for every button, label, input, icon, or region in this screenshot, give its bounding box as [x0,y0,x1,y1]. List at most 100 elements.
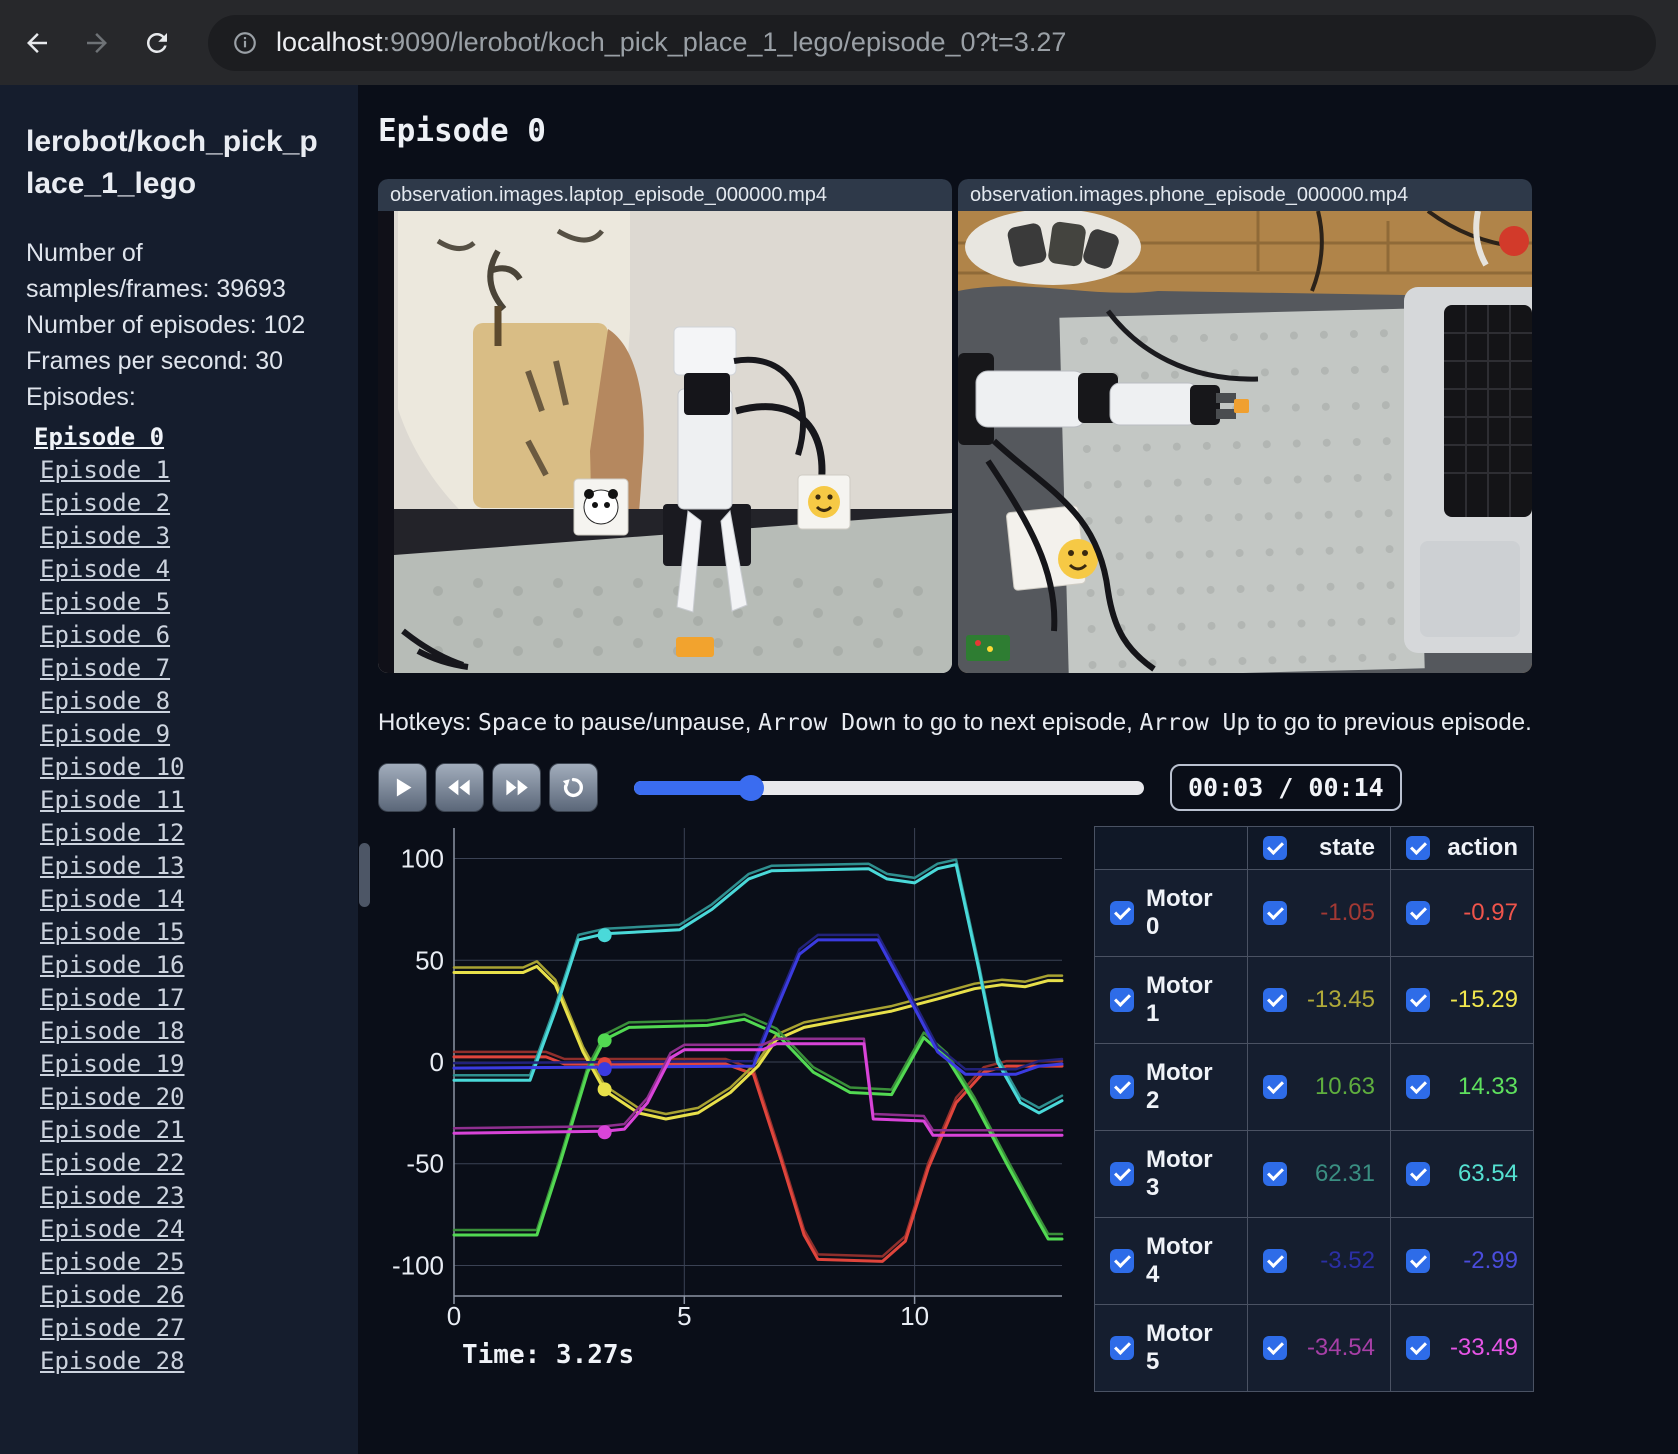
episode-link-4[interactable]: Episode 4 [40,553,358,586]
episode-link-20[interactable]: Episode 20 [40,1081,358,1114]
motor-5-checkbox[interactable] [1110,1336,1134,1360]
video-laptop[interactable]: observation.images.laptop_episode_000000… [378,179,952,673]
play-button[interactable] [378,763,427,812]
episode-link-17[interactable]: Episode 17 [40,982,358,1015]
motor-state-value: -13.45 [1306,986,1375,1013]
laptop-camera-scene [378,211,952,673]
back-button[interactable] [14,20,60,66]
table-row: Motor 5 -34.54 -33.49 [1094,1304,1534,1392]
motor-4-checkbox[interactable] [1110,1249,1134,1273]
episode-link-23[interactable]: Episode 23 [40,1180,358,1213]
episode-link-15[interactable]: Episode 15 [40,916,358,949]
episode-link-13[interactable]: Episode 13 [40,850,358,883]
episode-link-2[interactable]: Episode 2 [40,487,358,520]
lego-brick-orange [676,637,714,657]
time-display: 00:03 / 00:14 [1170,764,1402,811]
episode-link-0[interactable]: Episode 0 [34,421,358,454]
stat-fps: Frames per second: 30 [26,347,284,375]
motor-action-value: -2.99 [1463,1247,1518,1274]
motor-action-value: 63.54 [1457,1160,1518,1187]
motor-3-checkbox[interactable] [1110,1162,1134,1186]
episode-link-18[interactable]: Episode 18 [40,1015,358,1048]
motor-name: Motor 2 [1146,1059,1213,1114]
chart-canvas[interactable]: 100 50 0 -50 -100 0 5 10 [378,826,1078,1336]
url-text: localhost:9090/lerobot/koch_pick_place_1… [276,27,1066,58]
motor-1-checkbox[interactable] [1110,988,1134,1012]
episode-link-22[interactable]: Episode 22 [40,1147,358,1180]
motor-0-action-checkbox[interactable] [1406,901,1430,925]
video-laptop-frame[interactable] [378,211,952,673]
loop-button[interactable] [549,763,598,812]
hotkey-space: Space [478,710,548,736]
motor-0-state-checkbox[interactable] [1263,901,1287,925]
stat-episodes: Number of episodes: 102 [26,311,306,339]
table-row: Motor 0 -1.05 -0.97 [1094,869,1534,957]
fast-forward-button[interactable] [492,763,541,812]
motor-2-state-checkbox[interactable] [1263,1075,1287,1099]
svg-text:0: 0 [430,1047,444,1077]
loop-icon [562,777,583,798]
action-column-checkbox[interactable] [1406,836,1430,860]
seek-slider-thumb[interactable] [738,774,765,801]
episode-link-11[interactable]: Episode 11 [40,784,358,817]
motor-1-state-checkbox[interactable] [1263,988,1287,1012]
episode-link-8[interactable]: Episode 8 [40,685,358,718]
motor-state-value: -1.05 [1320,899,1375,926]
episode-link-1[interactable]: Episode 1 [40,454,358,487]
episode-link-19[interactable]: Episode 19 [40,1048,358,1081]
episode-link-3[interactable]: Episode 3 [40,520,358,553]
forward-button[interactable] [74,20,120,66]
episode-link-21[interactable]: Episode 21 [40,1114,358,1147]
rewind-button[interactable] [435,763,484,812]
video-phone-title: observation.images.phone_episode_000000.… [958,179,1532,211]
episode-link-9[interactable]: Episode 9 [40,718,358,751]
episode-link-24[interactable]: Episode 24 [40,1213,358,1246]
episode-link-14[interactable]: Episode 14 [40,883,358,916]
episode-link-25[interactable]: Episode 25 [40,1246,358,1279]
motor-5-action-checkbox[interactable] [1406,1336,1430,1360]
episode-link-28[interactable]: Episode 28 [40,1345,358,1378]
stat-samples: Number of samples/frames: 39693 [26,239,286,303]
motor-4-action-checkbox[interactable] [1406,1249,1430,1273]
video-phone-frame[interactable] [958,211,1532,673]
reload-button[interactable] [134,20,180,66]
playback-controls: 00:03 / 00:14 [378,763,1678,812]
episode-link-16[interactable]: Episode 16 [40,949,358,982]
page-title: Episode 0 [378,113,546,149]
episode-link-26[interactable]: Episode 26 [40,1279,358,1312]
video-phone[interactable]: observation.images.phone_episode_000000.… [958,179,1532,673]
sidebar-scrollbar-thumb[interactable] [359,843,370,907]
motor-2-action-checkbox[interactable] [1406,1075,1430,1099]
episodes-heading: Episodes: [26,383,136,411]
motor-4-state-checkbox[interactable] [1263,1249,1287,1273]
episode-link-12[interactable]: Episode 12 [40,817,358,850]
state-column-checkbox[interactable] [1263,836,1287,860]
motor-name: Motor 1 [1146,972,1213,1027]
seek-slider[interactable] [634,774,1144,801]
motor-1-action-checkbox[interactable] [1406,988,1430,1012]
site-info-icon[interactable] [232,30,258,56]
episode-link-5[interactable]: Episode 5 [40,586,358,619]
motor-3-action-checkbox[interactable] [1406,1162,1430,1186]
motor-name: Motor 4 [1146,1233,1213,1288]
motor-2-checkbox[interactable] [1110,1075,1134,1099]
motor-3-state-checkbox[interactable] [1263,1162,1287,1186]
episode-link-27[interactable]: Episode 27 [40,1312,358,1345]
motor-5-state-checkbox[interactable] [1263,1336,1287,1360]
episode-link-6[interactable]: Episode 6 [40,619,358,652]
motor-action-value: -33.49 [1449,1334,1518,1361]
url-bar[interactable]: localhost:9090/lerobot/koch_pick_place_1… [208,14,1656,71]
motor-action-value: -0.97 [1463,899,1518,926]
motor-state-value: 10.63 [1314,1073,1375,1100]
episode-link-10[interactable]: Episode 10 [40,751,358,784]
motor-chart[interactable]: 100 50 0 -50 -100 0 5 10 Time: 3.27s [378,826,1078,1392]
panda-emoji-card [573,478,629,536]
episode-link-7[interactable]: Episode 7 [40,652,358,685]
motor-state-value: 62.31 [1314,1160,1375,1187]
main-content: Episode 0 observation.images.laptop_epis… [358,85,1678,1454]
forward-arrow-icon [87,32,107,53]
motor-0-checkbox[interactable] [1110,901,1134,925]
motor-name: Motor 5 [1146,1320,1213,1375]
back-arrow-icon [27,32,47,53]
svg-text:0: 0 [447,1301,461,1331]
